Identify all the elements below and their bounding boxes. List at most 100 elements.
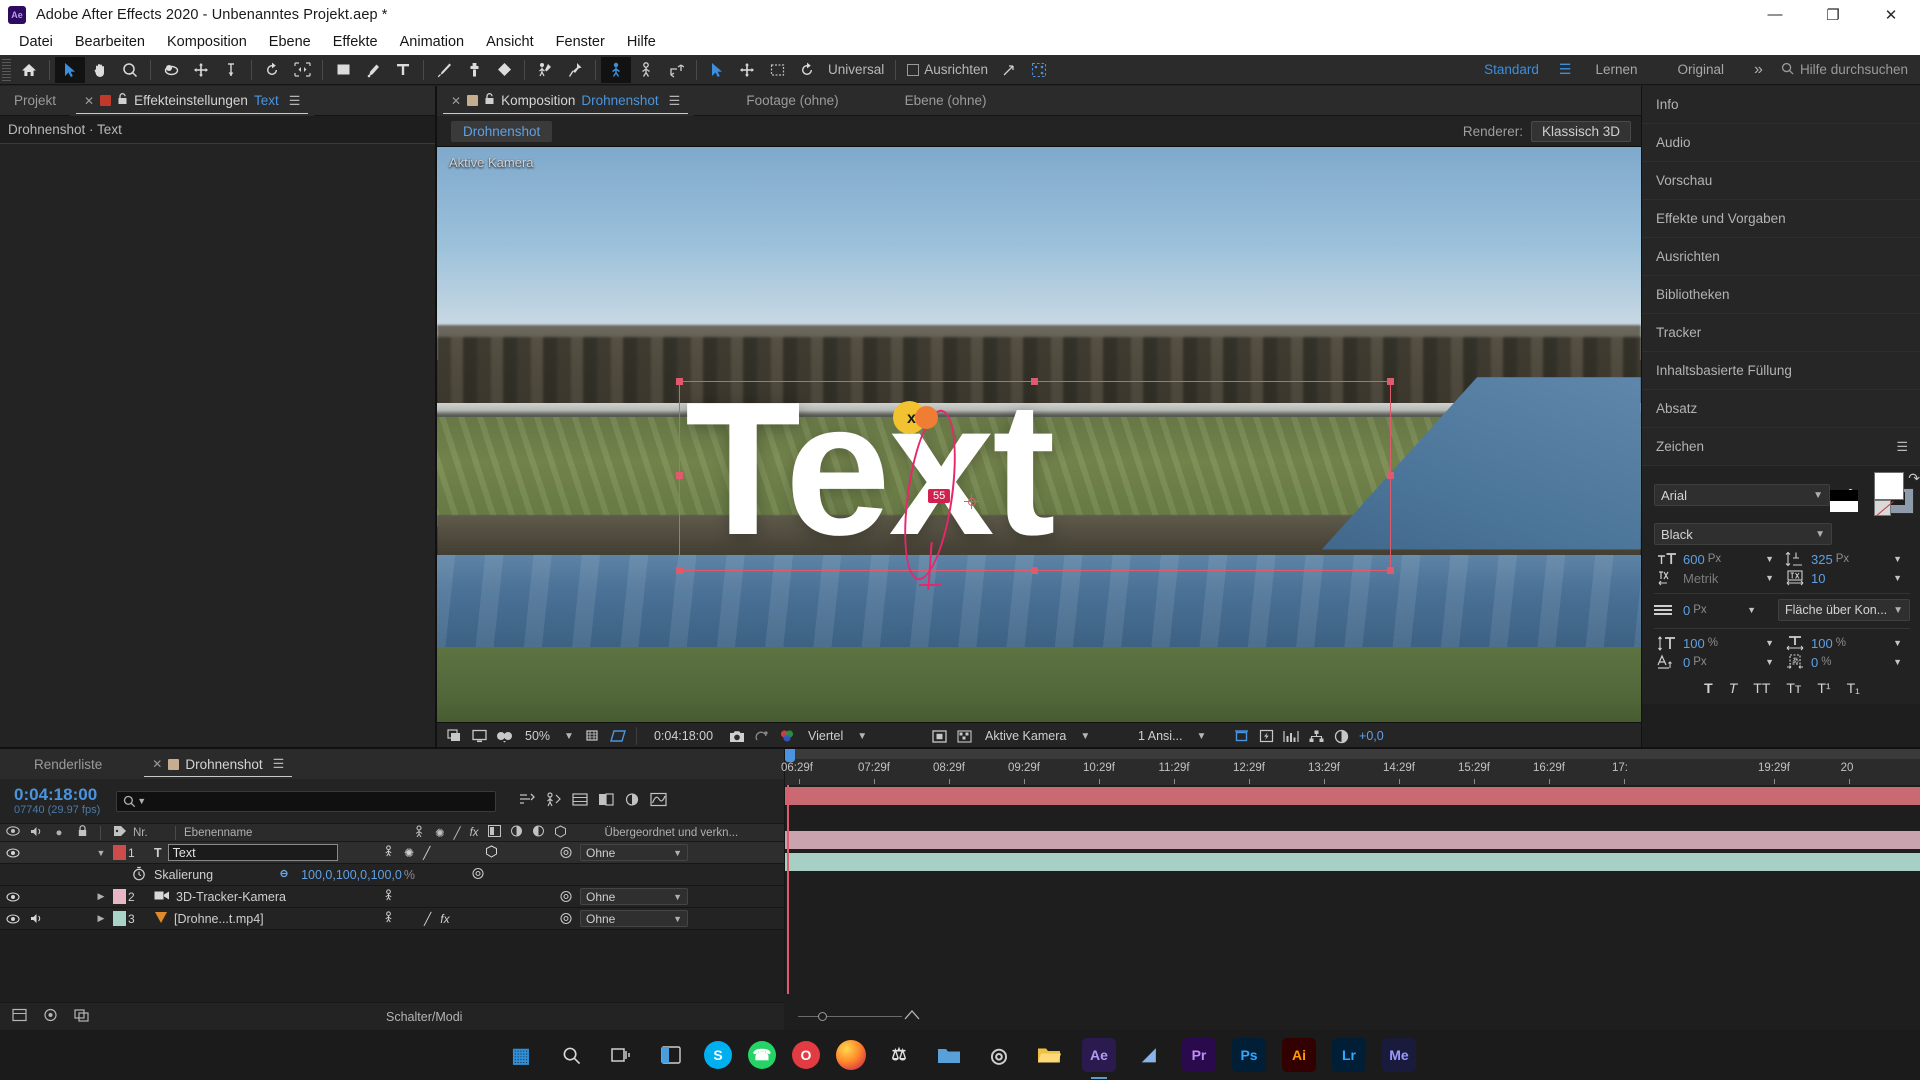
workspace-menu-icon[interactable]: ☰ (1559, 61, 1576, 78)
pan-camera-tool-icon[interactable] (186, 57, 216, 83)
region-of-interest-icon[interactable] (607, 726, 629, 747)
panel-menu-icon[interactable]: ☰ (669, 93, 681, 109)
help-search-field[interactable]: Hilfe durchsuchen (1773, 62, 1920, 78)
show-snapshot-icon[interactable] (751, 726, 773, 747)
viewer-timecode[interactable]: 0:04:18:00 (644, 729, 723, 743)
horizontal-scale-field[interactable]: 100 % ▼ (1808, 636, 1910, 651)
resolution-select[interactable]: Viertel ▼ (801, 726, 925, 746)
effects-controls-body[interactable] (0, 144, 435, 747)
clone-stamp-tool-icon[interactable] (459, 57, 489, 83)
puppet-position-icon[interactable] (601, 56, 631, 83)
workspace-standard[interactable]: Standard (1464, 55, 1559, 85)
rotation-tool-icon[interactable] (257, 57, 287, 83)
rotation-handle-inner[interactable] (915, 406, 938, 429)
handle-tr[interactable] (1387, 378, 1394, 385)
folder-alt-icon[interactable] (932, 1038, 966, 1072)
layer-bar-footage[interactable] (785, 853, 1920, 871)
timeline-zoom-slider[interactable] (790, 1008, 920, 1024)
snapping-features-icon[interactable] (1024, 57, 1054, 83)
zoom-slider-knob[interactable] (818, 1011, 827, 1021)
handle-ml[interactable] (676, 472, 683, 479)
panel-row-effekte-vorgaben[interactable]: Effekte und Vorgaben (1642, 200, 1920, 238)
parent-pick-icon[interactable] (382, 911, 395, 926)
monitor-icon[interactable] (468, 726, 490, 747)
expand-collapse-icon[interactable] (74, 1008, 90, 1025)
quality-icon[interactable]: ✺ (404, 846, 414, 860)
obs-icon[interactable]: ◎ (982, 1038, 1016, 1072)
snapping-arrow-icon[interactable] (994, 57, 1024, 83)
channels-icon[interactable] (776, 726, 798, 747)
font-style-select[interactable]: Black ▼ (1654, 523, 1832, 545)
close-icon[interactable]: ✕ (84, 94, 94, 108)
panel-row-tracker[interactable]: Tracker (1642, 314, 1920, 352)
lock-icon[interactable] (117, 93, 128, 108)
region-of-interest-icon[interactable] (287, 57, 317, 83)
pen-tool-icon[interactable] (358, 57, 388, 83)
media-encoder-icon[interactable]: Me (1382, 1038, 1416, 1072)
menu-animation[interactable]: Animation (389, 31, 475, 53)
menu-fenster[interactable]: Fenster (545, 31, 616, 53)
premiere-pro-icon[interactable]: Pr (1182, 1038, 1216, 1072)
media-encoder-alt-icon[interactable]: ◢ (1132, 1038, 1166, 1072)
panel-menu-icon[interactable]: ☰ (273, 756, 285, 772)
workspace-lernen[interactable]: Lernen (1575, 55, 1657, 85)
superscript-button[interactable]: T¹ (1817, 680, 1830, 696)
hide-shy-layers-icon[interactable] (572, 792, 588, 810)
effects-icon[interactable]: ╱ (424, 912, 431, 926)
3d-ref-axes-icon[interactable] (1230, 726, 1252, 747)
minimize-button[interactable]: — (1746, 0, 1804, 29)
puppet-pin-tool-icon[interactable] (560, 57, 590, 83)
panel-menu-icon[interactable]: ☰ (289, 93, 301, 109)
universal-interpolation-icon[interactable] (792, 57, 822, 83)
current-time-display[interactable]: 0:04:18:00 07740 (29.97 fps) (0, 785, 110, 817)
parent-select[interactable]: Ohne ▼ (580, 888, 688, 905)
faux-italic-button[interactable]: T (1729, 680, 1738, 696)
explorer-icon[interactable] (1032, 1038, 1066, 1072)
search-icon[interactable] (554, 1038, 588, 1072)
tsume-field[interactable]: 0 % ▼ (1808, 655, 1910, 670)
chevron-down-icon[interactable]: ▼ (1765, 573, 1782, 583)
tab-komposition[interactable]: ✕ Komposition Drohnenshot ☰ (437, 85, 695, 116)
comp-flowchart-icon[interactable] (1305, 726, 1327, 747)
type-tool-icon[interactable] (388, 57, 418, 83)
zoom-slider-max-icon[interactable] (904, 1009, 920, 1024)
parent-link-icon[interactable] (552, 912, 580, 925)
handle-mr[interactable] (1387, 472, 1394, 479)
faux-bold-button[interactable]: T (1704, 680, 1713, 696)
layer-switches[interactable]: ╱ fx (376, 911, 552, 926)
layer-name-cell[interactable]: 3D-Tracker-Kamera (154, 890, 376, 904)
chevron-down-icon[interactable]: ▼ (1765, 554, 1782, 564)
leading-field[interactable]: 325 Px ▼ (1808, 552, 1910, 567)
layer-name-input[interactable]: Text (167, 844, 338, 861)
breadcrumb-drohnenshot[interactable]: Drohnenshot (451, 120, 553, 142)
enable-frame-blending-icon[interactable] (598, 792, 614, 810)
layer-label-color[interactable] (110, 911, 128, 926)
snapping-checkbox[interactable] (907, 63, 920, 76)
layer-visibility-toggle[interactable] (0, 847, 26, 858)
effects-icon[interactable]: ╱ (423, 846, 430, 860)
renderer-value[interactable]: Klassisch 3D (1530, 120, 1631, 142)
firefox-icon[interactable] (836, 1040, 866, 1070)
layer-audio-toggle[interactable] (26, 913, 48, 924)
menu-hilfe[interactable]: Hilfe (616, 31, 667, 53)
font-family-select[interactable]: Arial ▼ (1654, 484, 1830, 506)
chevron-down-icon[interactable]: ▼ (1893, 573, 1910, 583)
tracking-field[interactable]: 10 ▼ (1808, 571, 1910, 586)
subscript-button[interactable]: T₁ (1847, 680, 1860, 696)
layer-name-cell[interactable]: T Text (154, 844, 376, 861)
timeline-track-area[interactable] (784, 785, 1920, 994)
task-view-icon[interactable] (604, 1038, 638, 1072)
panel-row-vorschau[interactable]: Vorschau (1642, 162, 1920, 200)
panel-menu-icon[interactable]: ☰ (1896, 439, 1920, 455)
illustrator-icon[interactable]: Ai (1282, 1038, 1316, 1072)
motion-blur-icon[interactable] (624, 792, 640, 810)
vertical-scale-field[interactable]: 100 % ▼ (1680, 636, 1782, 651)
property-parent-link-icon[interactable] (471, 867, 485, 883)
timeline-work-area[interactable] (785, 749, 1920, 759)
windows-start-icon[interactable]: ▦ (504, 1038, 538, 1072)
panel-row-zeichen[interactable]: Zeichen ☰ (1642, 428, 1920, 466)
workspace-original[interactable]: Original (1658, 55, 1745, 85)
chevron-down-icon[interactable]: ▼ (1747, 605, 1764, 615)
tab-timeline-drohnenshot[interactable]: ✕ Drohnenshot ☰ (138, 749, 299, 779)
widgets-icon[interactable] (654, 1038, 688, 1072)
